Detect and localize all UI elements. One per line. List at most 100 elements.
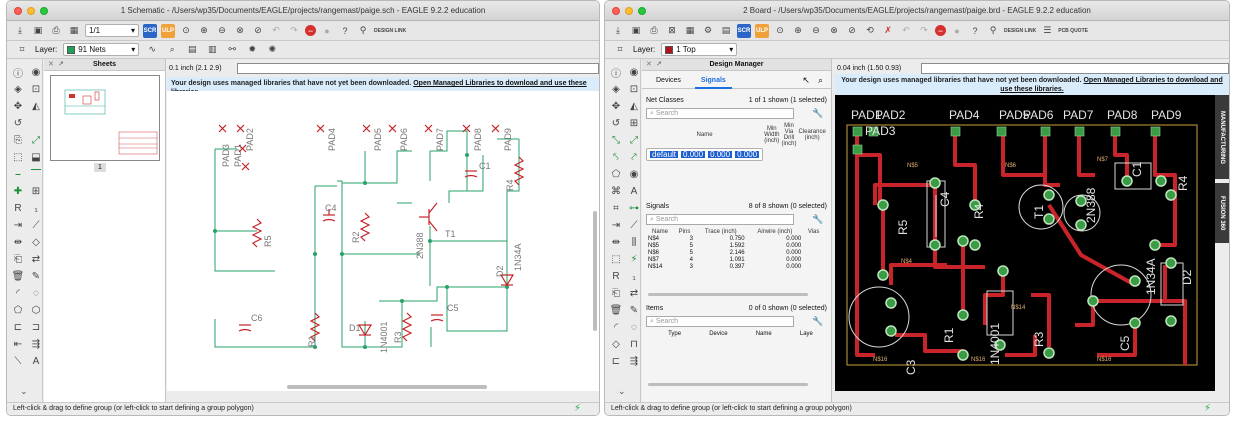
circle-icon[interactable]: ◌ (29, 286, 43, 300)
save-icon[interactable]: ▣ (629, 24, 643, 38)
net-break-icon[interactable]: ⤢ (29, 133, 43, 147)
zoom-select-icon[interactable]: ⊗ (233, 24, 247, 38)
invoke-icon[interactable]: ⬓ (29, 150, 43, 164)
zoom-fit-icon[interactable]: ⊙ (773, 24, 787, 38)
ratsnest-icon[interactable]: ⇶ (29, 337, 43, 351)
signals-horizontal-scrollbar[interactable] (648, 293, 808, 296)
mirror-icon[interactable]: ◭ (627, 99, 641, 113)
open-file-icon[interactable]: ⤓ (611, 24, 625, 38)
pcb-quote-label[interactable]: PCB QUOTE (1058, 28, 1088, 34)
net-classes-search-input[interactable]: ⌕ Search (646, 108, 794, 119)
close-panel-icon[interactable]: ✕ (646, 59, 652, 71)
items-search-input[interactable]: ⌕ Search (646, 316, 794, 327)
tools-icon[interactable]: ✎ (627, 303, 641, 317)
column-header[interactable]: Laye (800, 331, 813, 337)
tab-devices[interactable]: Devices (650, 75, 687, 89)
redo-icon[interactable]: ↷ (917, 24, 931, 38)
design-link-icon[interactable]: ⚲ (356, 24, 370, 38)
column-header[interactable]: Vias (803, 228, 824, 236)
column-header[interactable]: Type (668, 331, 681, 337)
zoom-in-icon[interactable]: ⊕ (791, 24, 805, 38)
mark-icon[interactable]: ⊡ (29, 82, 43, 96)
text-icon[interactable]: A (29, 354, 43, 368)
column-header[interactable]: Device (709, 331, 727, 337)
group-icon[interactable]: ⬚ (609, 252, 623, 266)
route-multi-icon[interactable]: ⤢ (627, 133, 641, 147)
vertical-scrollbar[interactable] (593, 211, 597, 331)
ulp-icon[interactable]: ULP (755, 23, 769, 38)
tools-icon[interactable]: ✎ (29, 269, 43, 283)
move-icon[interactable]: ✥ (11, 99, 25, 113)
help-icon[interactable]: ? (968, 24, 982, 38)
fusion-360-side-tab[interactable]: FUSION 360 (1215, 183, 1229, 243)
undo-icon[interactable]: ↶ (269, 24, 283, 38)
frame-icon[interactable]: ⊏ (11, 320, 25, 334)
pcb-quote-icon[interactable]: ☰ (1040, 24, 1054, 38)
meander-icon[interactable]: ⤤ (627, 150, 641, 164)
wire-icon[interactable]: ⟋ (627, 218, 641, 232)
mark-icon[interactable]: ⊡ (627, 82, 641, 96)
column-header[interactable]: Name (646, 122, 763, 148)
schematic-canvas[interactable]: PAD1 PAD2 PAD3 PAD4 PAD5 PAD6 PAD7 PAD8 … (167, 91, 599, 391)
library-icon[interactable]: ▤ (719, 24, 733, 38)
select-arrow-icon[interactable]: ↖ (802, 75, 810, 88)
move-icon[interactable]: ✥ (609, 99, 623, 113)
ratsnest-icon[interactable]: ⟲ (863, 24, 877, 38)
lightning-icon[interactable]: ⚡ (574, 403, 581, 415)
replace-icon[interactable]: ⇄ (29, 252, 43, 266)
delete-icon[interactable]: 🗑 (609, 303, 623, 317)
name-icon[interactable]: ₁ (29, 201, 43, 215)
attribute-icon[interactable]: ◇ (29, 235, 43, 249)
sheet-selector[interactable]: 1/1 ▾ (85, 24, 139, 37)
grid-icon[interactable]: ⌗ (613, 43, 627, 57)
script-icon[interactable]: SCR (143, 23, 157, 38)
stop-icon[interactable]: − (935, 25, 946, 36)
zoom-window-button[interactable] (40, 7, 48, 15)
wrench-icon[interactable]: 🔧 (812, 316, 823, 327)
go-icon[interactable]: ● (950, 24, 964, 38)
route-icon[interactable]: ⤡ (609, 133, 623, 147)
column-header[interactable]: Min Via Drill (inch) (780, 122, 797, 148)
help-icon[interactable]: ? (338, 24, 352, 38)
info-icon[interactable]: ⓘ (11, 65, 25, 80)
grid-toggle-icon[interactable]: ▤ (185, 43, 199, 57)
display-icon[interactable]: ◈ (609, 82, 623, 96)
undo-icon[interactable]: ↶ (899, 24, 913, 38)
design-link-label[interactable]: DESIGN LINK (374, 28, 406, 34)
print-icon[interactable]: ⎙ (647, 24, 661, 38)
zoom-select-icon[interactable]: ⌕ (818, 75, 823, 88)
options-gear-icon[interactable]: ✺ (265, 43, 279, 57)
autorouter-icon[interactable]: ⚡ (627, 252, 641, 266)
group-icon[interactable]: ⬚ (11, 150, 25, 164)
align-icon[interactable]: ⊞ (627, 116, 641, 130)
name-icon[interactable]: ₁ (627, 269, 641, 283)
zoom-redraw-icon[interactable]: ⊘ (251, 24, 265, 38)
close-panel-icon[interactable]: ✕ (48, 59, 54, 71)
signals-search-input[interactable]: ⌕ Search (646, 214, 794, 225)
paste-icon[interactable]: ⎗ (11, 252, 25, 266)
items-horizontal-scrollbar[interactable] (648, 383, 808, 386)
text-icon[interactable]: A (627, 184, 641, 198)
frame-icon[interactable]: ⊏ (609, 354, 623, 368)
save-icon[interactable]: ▣ (31, 24, 45, 38)
tab-signals[interactable]: Signals (694, 75, 732, 89)
paste-icon[interactable]: ⎗ (609, 286, 623, 300)
mirror-icon[interactable]: ◭ (29, 99, 43, 113)
split-icon[interactable]: ⇹ (11, 235, 25, 249)
rect-icon[interactable]: ⊐ (29, 320, 43, 334)
cam-processor-icon[interactable]: ⚙ (701, 24, 715, 38)
cam-icon[interactable]: ⊠ (665, 24, 679, 38)
table-row[interactable]: N$6 5 2.146 0.000 (646, 250, 824, 257)
go-icon[interactable]: ● (320, 24, 334, 38)
info-icon[interactable]: ⓘ (609, 65, 623, 80)
zoom-window-button[interactable] (638, 7, 646, 15)
junction-icon[interactable]: ✚ (11, 184, 25, 198)
show-icon[interactable]: ◉ (627, 65, 641, 79)
via-icon[interactable]: ◉ (627, 167, 641, 181)
arc-icon[interactable]: ◜ (609, 320, 623, 334)
rotate-icon[interactable]: ↺ (609, 116, 623, 130)
zoom-select-icon[interactable]: ⊗ (827, 24, 841, 38)
polygon-icon[interactable]: ⬠ (609, 167, 623, 181)
table-row[interactable]: N$5 5 1.592 0.000 (646, 243, 824, 250)
close-window-button[interactable] (612, 7, 620, 15)
